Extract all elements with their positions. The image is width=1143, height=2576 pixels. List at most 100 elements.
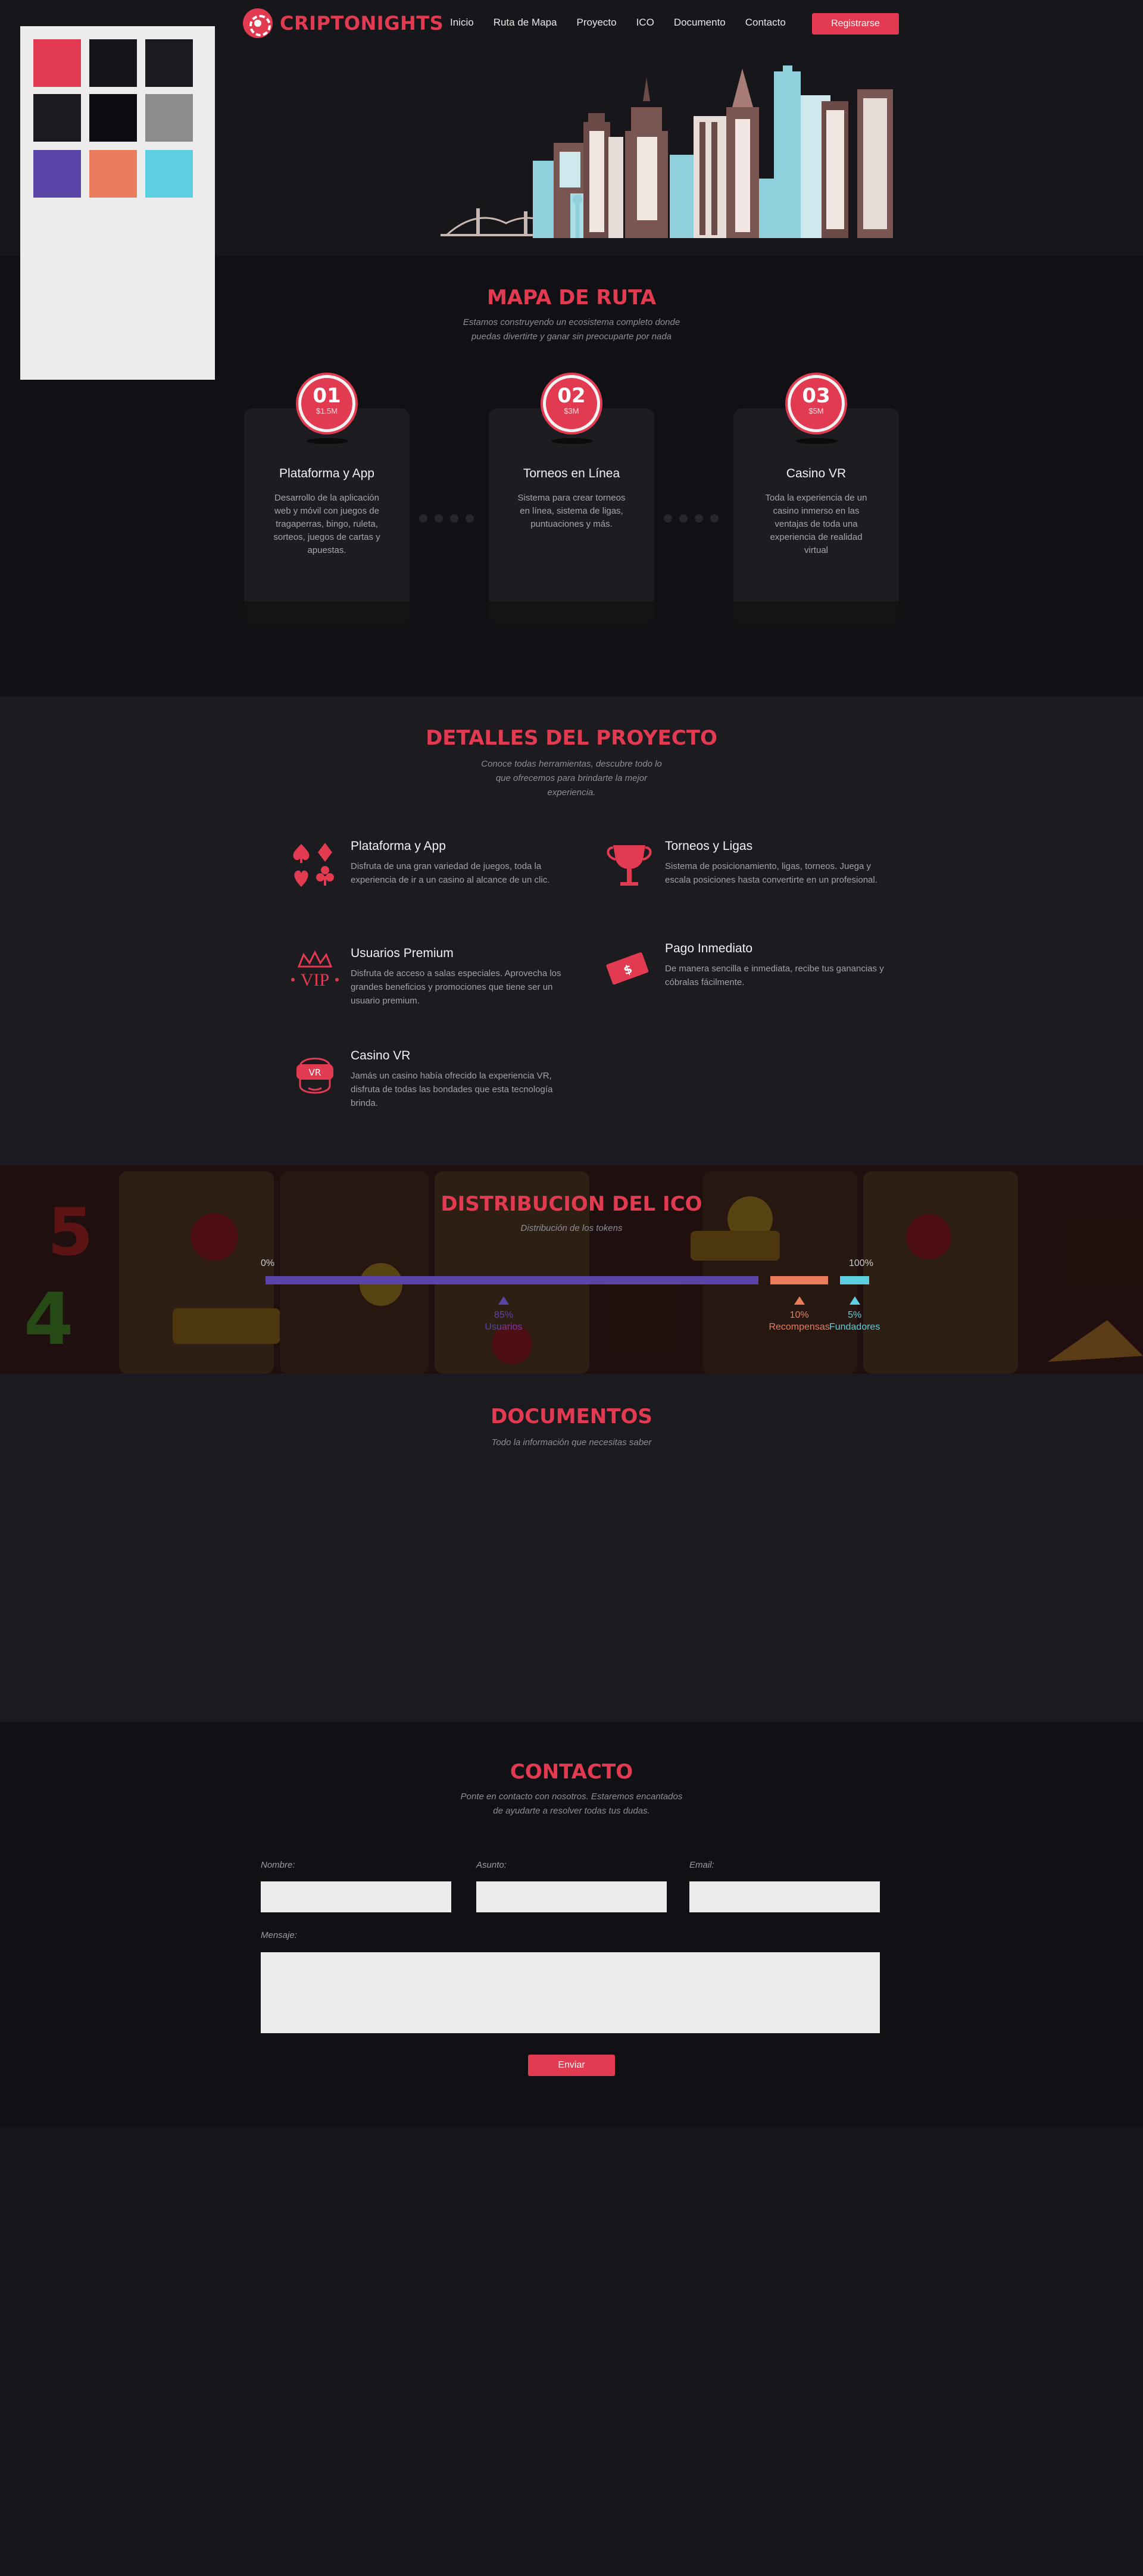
page-bottom-area	[0, 2127, 1143, 2576]
documents-section: DOCUMENTOS Todo la información que neces…	[0, 1374, 1143, 1722]
roadmap-step-desc: Toda la experiencia de un casino inmerso…	[765, 493, 867, 555]
send-button[interactable]: Enviar	[528, 2055, 615, 2076]
feature-desc: Disfruta de una gran variedad de juegos,…	[351, 861, 550, 885]
feature-title: Pago Inmediato	[665, 942, 753, 955]
vr-badge-text: VR	[309, 1067, 321, 1078]
vip-badge-text: VIP	[301, 970, 329, 990]
card-footer	[733, 601, 899, 624]
contact-section: CONTACTO Ponte en contacto con nosotros.…	[0, 1722, 1143, 2127]
documents-subtitle: Todo la información que necesitas saber	[491, 1437, 652, 1448]
palette-swatch	[89, 150, 137, 198]
palette-swatch	[33, 94, 81, 142]
palette-swatch	[89, 39, 137, 87]
feature-title: Casino VR	[351, 1049, 411, 1062]
ico-subtitle: Distribución de los tokens	[520, 1223, 623, 1233]
nav-item-proyecto[interactable]: Proyecto	[576, 17, 616, 29]
roadmap-step-number: 01	[313, 384, 341, 408]
feature-title: Plataforma y App	[351, 839, 446, 853]
brand-logo[interactable]: CRIPTONIGHTS	[243, 8, 444, 38]
name-input[interactable]	[261, 1881, 451, 1912]
feature-desc: Jamás un casino había ofrecido la experi…	[351, 1071, 553, 1108]
roadmap-connector-dots	[664, 514, 719, 523]
roadmap-step-number: 03	[802, 384, 830, 408]
documents-title: DOCUMENTOS	[491, 1405, 652, 1428]
name-label: Nombre:	[261, 1860, 295, 1870]
contact-subtitle: de ayudarte a resolver todas tus dudas.	[493, 1806, 650, 1816]
ico-title: DISTRIBUCION DEL ICO	[441, 1192, 702, 1216]
roadmap-step-title: Casino VR	[786, 467, 847, 480]
badge-shadow	[551, 438, 593, 444]
trophy-icon	[607, 845, 652, 886]
roadmap-step-amount: $1.5M	[316, 407, 338, 415]
roadmap-card: 02 $3M Torneos en Línea Sistema para cre…	[489, 375, 654, 624]
project-details-section: DETALLES DEL PROYECTO Conoce todas herra…	[0, 696, 1143, 1165]
segment-name: Usuarios	[485, 1322, 523, 1332]
roadmap-step-desc: Desarrollo de la aplicación web y móvil …	[273, 493, 380, 555]
roadmap-card: 03 $5M Casino VR Toda la experiencia de …	[733, 375, 899, 624]
palette-swatch	[145, 150, 193, 198]
bar-end-label: 100%	[849, 1258, 873, 1268]
card-footer	[244, 601, 410, 624]
bar-start-label: 0%	[261, 1258, 275, 1268]
register-button[interactable]: Registrarse	[812, 13, 899, 35]
badge-shadow	[796, 438, 838, 444]
nav-item-documento[interactable]: Documento	[674, 17, 726, 29]
palette-swatch	[145, 39, 193, 87]
email-label: Email:	[689, 1860, 714, 1870]
money-icon: $	[606, 952, 649, 985]
feature-desc: De manera sencilla e inmediata, recibe t…	[665, 964, 884, 987]
roadmap-step-amount: $3M	[564, 407, 579, 415]
details-title: DETALLES DEL PROYECTO	[426, 726, 717, 750]
nav-item-ico[interactable]: ICO	[636, 17, 654, 29]
vip-crown-icon: VIP	[291, 950, 339, 990]
brand-name: CRIPTONIGHTS	[280, 12, 444, 35]
palette-swatch	[145, 94, 193, 142]
segment-percent: 5%	[848, 1310, 862, 1320]
roadmap-badge: 02 $3M	[543, 375, 600, 432]
roadmap-step-amount: $5M	[808, 407, 824, 415]
email-input[interactable]	[689, 1881, 880, 1912]
roadmap-step-desc: Sistema para crear torneos en línea, sis…	[517, 493, 626, 529]
roadmap-step-number: 02	[557, 384, 586, 408]
vr-headset-icon: VR	[296, 1058, 333, 1094]
nav-item-inicio[interactable]: Inicio	[450, 17, 474, 29]
subject-input[interactable]	[476, 1881, 667, 1912]
details-subtitle: experiencia.	[547, 787, 596, 798]
details-subtitle: Conoce todas herramientas, descubre todo…	[481, 759, 662, 769]
poker-chip-icon	[243, 8, 273, 38]
distribution-marker-fundadores: 5% Fundadores	[819, 1296, 891, 1333]
segment-name: Fundadores	[829, 1322, 880, 1332]
card-suits-icon	[293, 843, 334, 887]
details-subtitle: que ofrecemos para brindarte la mejor	[495, 773, 648, 783]
feature-desc: Sistema de posicionamiento, ligas, torne…	[665, 861, 877, 885]
nav-item-contacto[interactable]: Contacto	[745, 17, 786, 29]
nav-item-ruta-de-mapa[interactable]: Ruta de Mapa	[494, 17, 557, 29]
distribution-segment-fundadores	[840, 1276, 869, 1284]
main-nav: Inicio Ruta de Mapa Proyecto ICO Documen…	[450, 17, 805, 29]
color-palette-panel	[20, 26, 215, 380]
feature-title: Torneos y Ligas	[665, 839, 753, 853]
roadmap-connector-dots	[419, 514, 474, 523]
palette-swatch	[33, 39, 81, 87]
roadmap-badge: 01 $1.5M	[298, 375, 355, 432]
feature-desc: Disfruta de acceso a salas especiales. A…	[351, 968, 561, 1006]
roadmap-step-title: Torneos en Línea	[523, 467, 620, 480]
palette-swatch	[33, 150, 81, 198]
contact-subtitle: Ponte en contacto con nosotros. Estaremo…	[460, 1792, 683, 1802]
message-textarea[interactable]	[261, 1952, 880, 2033]
roadmap-step-title: Plataforma y App	[279, 467, 374, 480]
roadmap-badge: 03 $5M	[788, 375, 845, 432]
badge-shadow	[307, 438, 348, 444]
city-skyline-illustration	[441, 65, 893, 238]
feature-title: Usuarios Premium	[351, 946, 454, 960]
ico-distribution-section: 5 4 DISTRIBUCION DEL ICO Distribución de…	[0, 1165, 1143, 1374]
distribution-segment-recompensas	[770, 1276, 829, 1284]
palette-swatch	[89, 94, 137, 142]
roadmap-card: 01 $1.5M Plataforma y App Desarrollo de …	[244, 375, 410, 624]
card-footer	[489, 601, 654, 624]
distribution-segment-usuarios	[266, 1276, 758, 1284]
message-label: Mensaje:	[261, 1930, 297, 1940]
subject-label: Asunto:	[476, 1860, 507, 1870]
distribution-marker-usuarios: 85% Usuarios	[468, 1296, 539, 1333]
segment-percent: 85%	[494, 1310, 514, 1320]
